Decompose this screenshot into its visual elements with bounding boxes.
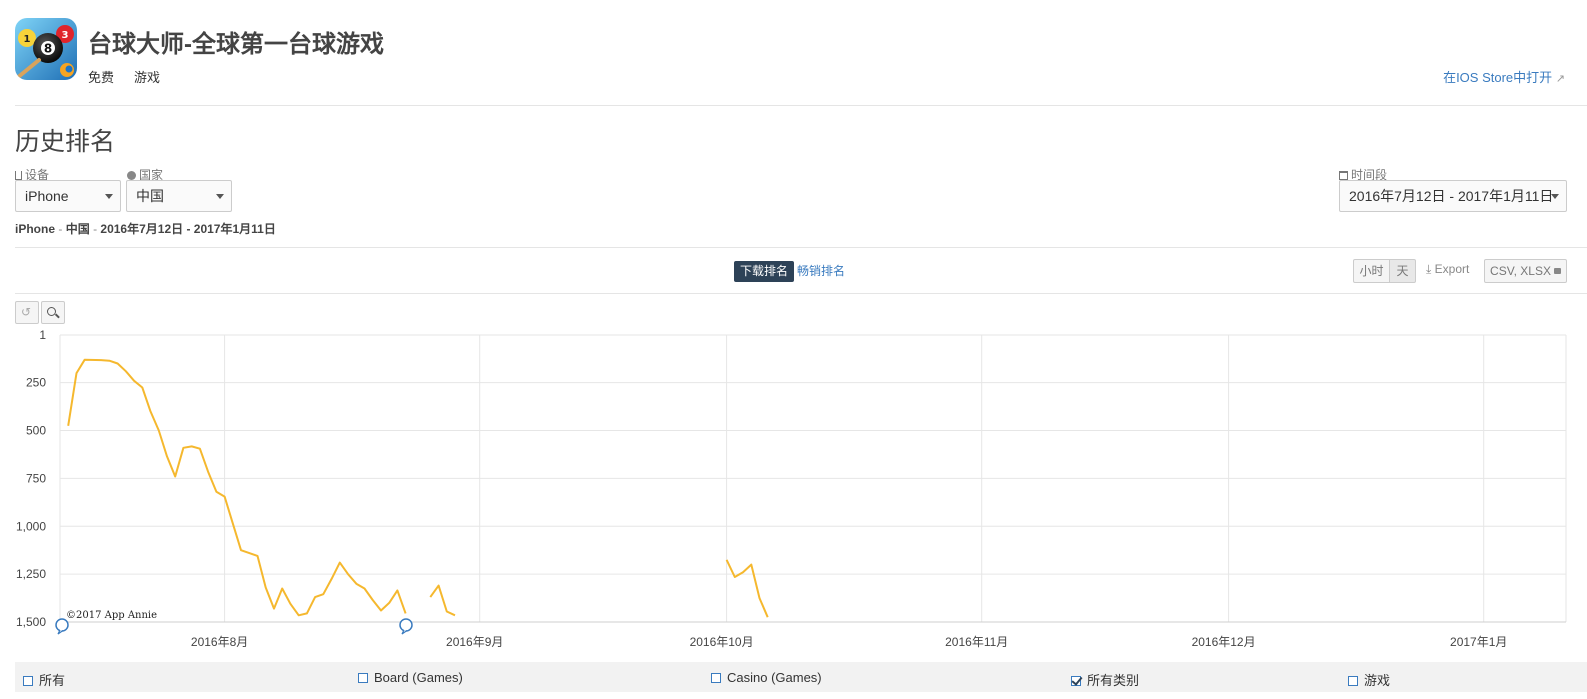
y-tick-label: 500 [26,424,46,438]
x-tick-label: 2016年10月 [690,635,754,649]
y-tick-label: 1,500 [16,615,46,629]
checkbox[interactable] [358,673,368,683]
x-tick-label: 2017年1月 [1450,635,1507,649]
summary-device: iPhone [15,222,56,236]
checkbox-checked[interactable] [1071,676,1081,686]
tab-grossing-rank[interactable]: 畅销排名 [797,261,845,282]
export-format-label: CSV, XLSX [1490,264,1551,278]
undo-icon: ↺ [21,305,32,319]
y-tick-label: 1,000 [16,519,46,533]
device-select[interactable]: iPhone [15,180,121,212]
x-tick-label: 2016年8月 [191,635,248,649]
selection-summary: iPhone - 中国 - 2016年7月12日 - 2017年1月11日 [15,222,276,236]
legend-item-all-categories[interactable]: 所有类别 [1071,670,1139,689]
toolbar-divider [15,293,1587,294]
device-icon [15,171,22,180]
rank-series-line [67,358,407,617]
y-tick-label: 1 [39,328,46,342]
price-tag: 免费 [88,70,115,85]
rank-chart[interactable]: 1 250 500 750 1,000 1,250 1,500 2016年8月 2016年9月… [0,325,1587,660]
globe-icon [127,171,136,180]
external-link-icon: ↗ [1555,73,1565,85]
checkbox[interactable] [23,676,33,686]
event-marker-icon[interactable] [55,618,69,635]
legend-bar: 所有 Board (Games) Casino (Games) 所有类别 游戏 [15,662,1587,692]
x-tick-label: 2016年11月 [945,635,1008,649]
rank-series-line [725,559,769,618]
reset-zoom-button[interactable]: ↺ [15,301,39,324]
zoom-handle [55,313,60,319]
x-tick-label: 2016年9月 [446,635,503,649]
hour-button[interactable]: 小时 [1353,259,1390,283]
day-button[interactable]: 天 [1389,259,1416,283]
period-select-value: 2016年7月12日 - 2017年1月11日 [1349,188,1554,204]
chevron-down-icon [105,194,113,199]
lock-icon [1554,268,1561,274]
legend-item-all[interactable]: 所有 [23,670,65,689]
section-title: 历史排名 [15,128,116,156]
legend-item-board[interactable]: Board (Games) [358,670,463,685]
summary-range: 2016年7月12日 - 2017年1月11日 [100,222,276,236]
country-select-value: 中国 [136,188,164,204]
y-tick-label: 750 [26,471,46,485]
svg-text:1: 1 [24,34,31,45]
x-tick-label: 2016年12月 [1192,635,1256,649]
summary-divider [15,247,1587,248]
app-icon: 1 3 8 [15,18,77,80]
download-icon: ⤓ [1426,262,1432,276]
zoom-button[interactable] [41,301,65,324]
event-marker-icon[interactable] [399,618,413,635]
tab-download-rank[interactable]: 下载排名 [734,261,795,282]
y-tick-label: 1,250 [16,567,46,581]
calendar-icon [1339,171,1348,180]
export-label: Export [1434,262,1470,276]
header-divider [15,105,1587,106]
app-title: 台球大师-全球第一台球游戏 [88,31,384,58]
chevron-down-icon [1551,194,1559,199]
y-tick-label: 250 [26,376,46,390]
legend-item-casino[interactable]: Casino (Games) [711,670,822,685]
rank-series-line [429,584,456,617]
open-in-store-label: 在IOS Store中打开 [1443,70,1553,85]
legend-item-games[interactable]: 游戏 [1348,670,1390,689]
export-format-button[interactable]: CSV, XLSX [1484,259,1567,283]
checkbox[interactable] [1348,676,1358,686]
open-in-store-link[interactable]: 在IOS Store中打开 ↗ [1443,67,1565,86]
checkbox[interactable] [711,673,721,683]
svg-text:8: 8 [44,42,52,56]
chevron-down-icon [216,194,224,199]
category-tag[interactable]: 游戏 [134,67,160,86]
device-select-value: iPhone [25,188,69,204]
svg-text:3: 3 [62,30,69,41]
chart-watermark: ©2017 App Annie [66,610,157,621]
period-select[interactable]: 2016年7月12日 - 2017年1月11日 [1339,180,1567,212]
summary-country: 中国 [65,222,90,236]
export-button[interactable]: ⤓ Export [1426,262,1469,277]
country-select[interactable]: 中国 [126,180,232,212]
